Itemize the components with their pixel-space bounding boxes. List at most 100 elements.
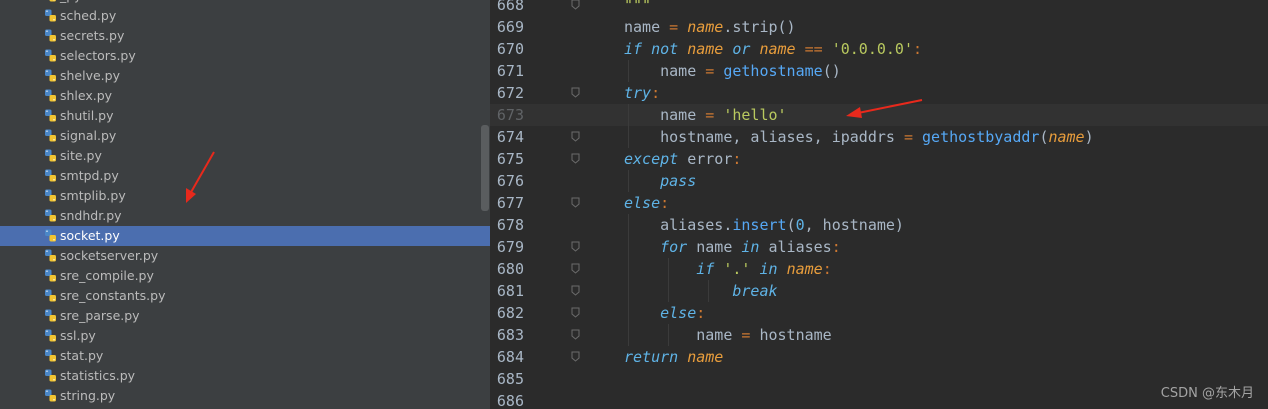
code-line[interactable]: 682 else: (490, 302, 1268, 324)
code-editor[interactable]: 668 """ 669 name = name.strip() 670 if not na… (490, 0, 1268, 409)
fold-marker-icon[interactable] (571, 153, 580, 164)
code-line[interactable]: 675 except error: (490, 148, 1268, 170)
code-token: name (1048, 128, 1085, 146)
code-line[interactable]: 672 try: (490, 82, 1268, 104)
file-name: sndhdr.py (60, 208, 122, 223)
file-item[interactable]: sndhdr.py (0, 206, 490, 226)
watermark-label: CSDN @东木月 (1160, 386, 1254, 401)
file-item[interactable]: shutil.py (0, 106, 490, 126)
code-token: ( (786, 216, 796, 234)
file-item[interactable]: sre_constants.py (0, 286, 490, 306)
code-line[interactable]: 671 name = gethostname() (490, 60, 1268, 82)
file-item[interactable]: secrets.py (0, 26, 490, 46)
code-line[interactable]: 684 return name (490, 346, 1268, 368)
code-line[interactable]: 683 name = hostname (490, 324, 1268, 346)
code-text: break (624, 280, 777, 302)
code-token: ) (1084, 128, 1094, 146)
python-file-icon (45, 189, 56, 202)
file-item[interactable]: shelve.py (0, 66, 490, 86)
code-line[interactable]: 676 pass (490, 170, 1268, 192)
code-token: name (624, 62, 697, 80)
line-number: 679 (496, 238, 524, 256)
python-file-icon (45, 29, 56, 42)
code-line[interactable]: 669 name = name.strip() (490, 16, 1268, 38)
fold-marker-icon[interactable] (571, 197, 580, 208)
file-name: shlex.py (60, 88, 113, 103)
file-item[interactable]: socket.py (0, 226, 490, 246)
line-number: 668 (496, 0, 524, 14)
fold-marker-icon[interactable] (571, 263, 580, 274)
fold-marker-icon[interactable] (571, 285, 580, 296)
fold-marker-icon[interactable] (571, 329, 580, 340)
code-line[interactable]: 678 aliases.insert(0, hostname) (490, 214, 1268, 236)
project-tree-panel: _pysched.pysecrets.pyselectors.pyshelve.… (0, 0, 490, 409)
code-text: aliases.insert(0, hostname) (624, 214, 904, 236)
python-file-icon (45, 209, 56, 222)
file-name: stat.py (60, 348, 104, 363)
fold-marker-icon[interactable] (571, 307, 580, 318)
fold-marker-icon[interactable] (571, 351, 580, 362)
python-file-icon (45, 9, 56, 22)
file-item[interactable]: sre_compile.py (0, 266, 490, 286)
code-token: : (651, 84, 661, 102)
code-line[interactable]: 677 else: (490, 192, 1268, 214)
python-file-icon (45, 269, 56, 282)
code-token: : (913, 40, 923, 58)
code-token: '0.0.0.0' (831, 40, 913, 58)
file-name: smtpd.py (60, 168, 119, 183)
file-name: string.py (60, 388, 116, 403)
code-line[interactable]: 679 for name in aliases: (490, 236, 1268, 258)
file-name: site.py (60, 148, 102, 163)
file-name: sre_parse.py (60, 308, 140, 323)
line-number: 683 (496, 326, 524, 344)
file-item[interactable]: socketserver.py (0, 246, 490, 266)
fold-marker-icon[interactable] (571, 131, 580, 142)
file-name: shutil.py (60, 108, 114, 123)
file-name: secrets.py (60, 28, 125, 43)
file-item[interactable]: signal.py (0, 126, 490, 146)
file-item[interactable]: site.py (0, 146, 490, 166)
code-token: = (660, 18, 688, 36)
code-line[interactable]: 685 (490, 368, 1268, 390)
file-item[interactable]: stat.py (0, 346, 490, 366)
code-line[interactable]: 673 name = 'hello' (490, 104, 1268, 126)
code-token: = (732, 326, 760, 344)
python-file-icon (45, 49, 56, 62)
code-line[interactable]: 674 hostname, aliases, ipaddrs = gethost… (490, 126, 1268, 148)
code-line[interactable]: 681 break (490, 280, 1268, 302)
file-item[interactable]: selectors.py (0, 46, 490, 66)
file-item[interactable]: shlex.py (0, 86, 490, 106)
file-item[interactable]: ssl.py (0, 326, 490, 346)
file-item[interactable]: smtplib.py (0, 186, 490, 206)
fold-marker-icon[interactable] (571, 0, 580, 10)
code-line[interactable]: 668 """ (490, 0, 1268, 16)
file-item[interactable]: sched.py (0, 6, 490, 26)
python-file-icon (49, 0, 56, 2)
file-item[interactable]: string.py (0, 386, 490, 406)
code-token: 'hello' (723, 106, 787, 124)
code-token: == (795, 40, 832, 58)
code-text: else: (624, 302, 705, 324)
file-item[interactable]: sre_parse.py (0, 306, 490, 326)
code-area[interactable]: 668 """ 669 name = name.strip() 670 if not na… (490, 0, 1268, 409)
code-token: name (624, 106, 697, 124)
code-line[interactable]: 670 if not name or name == '0.0.0.0': (490, 38, 1268, 60)
code-line[interactable]: 686 (490, 390, 1268, 409)
fold-marker-icon[interactable] (571, 87, 580, 98)
line-number: 681 (496, 282, 524, 300)
file-item[interactable]: statistics.py (0, 366, 490, 386)
code-token: insert (732, 216, 787, 234)
python-file-icon (45, 249, 56, 262)
file-item[interactable]: smtpd.py (0, 166, 490, 186)
code-token: aliases (768, 238, 832, 256)
fold-marker-icon[interactable] (571, 241, 580, 252)
sidebar-scrollbar[interactable] (481, 125, 489, 211)
code-text: name = 'hello' (624, 104, 787, 126)
code-line[interactable]: 680 if '.' in name: (490, 258, 1268, 280)
code-token: = (894, 128, 923, 146)
line-number: 671 (496, 62, 524, 80)
